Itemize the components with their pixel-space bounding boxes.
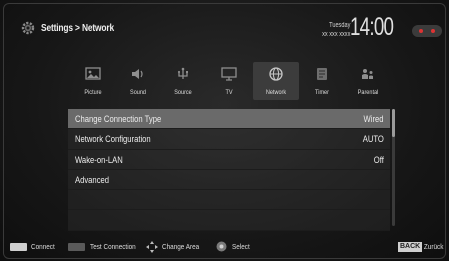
hint-test-connection: Test Connection [90,242,136,251]
list-item-advanced[interactable]: Advanced [68,169,390,191]
list-item-label: Wake-on-LAN [75,154,123,165]
list-item-label: Network Configuration [75,134,151,145]
list-item-label: Advanced [75,174,110,185]
tab-sound[interactable]: Sound [115,62,161,100]
back-key[interactable]: BACK [398,242,423,252]
timer-icon [317,68,327,80]
status-dot [431,29,435,33]
source-icon [177,67,188,79]
list-item-change-connection-type[interactable]: Change Connection Type Wired [68,109,390,130]
list-item-value: Wired [364,114,384,124]
tab-label: Network [265,89,287,96]
dpad-arrows-icon [146,241,158,253]
page-title: Settings > Network [41,22,114,34]
clock-time: 14:00 [350,13,394,41]
hint-change-area: Change Area [162,242,200,251]
tab-label: Source [174,89,192,96]
date-label: xx xxx xxxx [321,31,350,38]
list-item-network-configuration[interactable]: Network Configuration AUTO [68,129,390,150]
list-item-label: Change Connection Type [75,114,162,124]
hint-back: - Zurück [420,242,444,251]
ok-key-icon [10,243,27,251]
tab-label: Picture [84,89,102,96]
footer-hints: Connect Test Connection Change Area Sele… [0,238,449,256]
tab-parental[interactable]: Parental [345,62,391,100]
list-item-value: AUTO [362,134,384,145]
settings-gear-icon [21,21,35,35]
list-scrollbar-thumb[interactable] [392,109,395,137]
hint-select: Select [232,242,250,251]
media-key-icon [68,243,85,251]
tab-source[interactable]: Source [160,62,206,100]
tab-picture[interactable]: Picture [70,62,116,100]
tv-icon [221,67,237,81]
day-label: Tuesday [328,22,350,29]
tab-network[interactable]: Network [253,62,299,100]
list-item-empty [68,210,390,231]
tab-label: Timer [315,89,329,96]
category-tabs: Picture Sound Source TV Network Timer Pa… [70,62,390,102]
status-indicator [412,25,442,37]
parental-icon [362,69,373,79]
tab-timer[interactable]: Timer [299,62,345,100]
ok-button-icon [216,241,227,252]
list-item-empty [68,190,390,211]
hint-connect: Connect [31,242,55,251]
list-item-wake-on-lan[interactable]: Wake-on-LAN Off [68,149,390,170]
list-item-value: Off [373,154,384,165]
tab-label: Sound [130,89,146,96]
picture-icon [85,67,101,80]
tab-tv[interactable]: TV [206,62,252,100]
network-globe-icon [269,67,283,81]
tab-label: TV [225,89,233,96]
status-dot [419,29,423,33]
settings-list: Change Connection Type Wired Network Con… [68,109,390,231]
speaker-icon [132,69,143,79]
tab-label: Parental [357,89,379,96]
date-display: Tuesday xx xxx xxxx [322,21,350,39]
